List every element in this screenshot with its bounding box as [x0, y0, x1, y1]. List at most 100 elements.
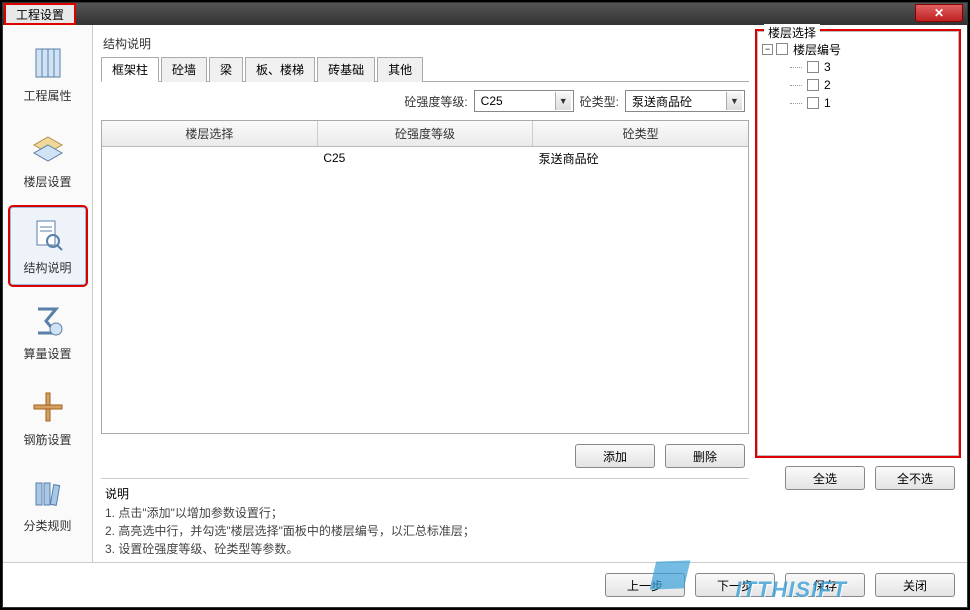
combo-value: 泵送商品砼 — [632, 93, 692, 110]
strength-label: 砼强度等级: — [404, 93, 467, 110]
tab-label: 框架柱 — [112, 63, 148, 77]
books-icon — [30, 475, 66, 511]
checkbox[interactable] — [807, 61, 819, 73]
button-label: 删除 — [693, 448, 717, 465]
description-panel: 说明 1. 点击"添加"以增加参数设置行； 2. 高亮选中行，并勾选"楼层选择"… — [101, 478, 749, 562]
button-label: 全选 — [813, 470, 837, 487]
checkbox[interactable] — [776, 43, 788, 55]
tab-other[interactable]: 其他 — [377, 57, 423, 82]
tab-label: 砼墙 — [172, 63, 196, 77]
sidebar-item-classify-rules[interactable]: 分类规则 — [10, 465, 86, 543]
select-none-button[interactable]: 全不选 — [875, 466, 955, 490]
right-panel: 楼层选择 − 楼层编号 3 2 — [757, 25, 967, 562]
chevron-down-icon: ▼ — [726, 92, 742, 110]
tree-item[interactable]: 2 — [790, 76, 954, 94]
layers-icon — [30, 131, 66, 167]
floor-tree: − 楼层编号 3 2 — [762, 36, 954, 112]
desc-line: 1. 点击"添加"以增加参数设置行； — [105, 504, 745, 522]
wizard-buttons: ITTHISIFT 上一步 下一步 保存 关闭 — [3, 562, 967, 607]
tab-label: 板、楼梯 — [256, 63, 304, 77]
close-button-footer[interactable]: 关闭 — [875, 573, 955, 597]
sidebar-item-project-props[interactable]: 工程属性 — [10, 35, 86, 113]
sigma-gear-icon — [30, 303, 66, 339]
sidebar-item-label: 钢筋设置 — [23, 431, 71, 448]
table-row[interactable]: C25 泵送商品砼 — [102, 147, 748, 169]
data-grid: 楼层选择 砼强度等级 砼类型 C25 泵送商品砼 — [101, 120, 749, 434]
close-icon: ✕ — [934, 6, 944, 20]
sidebar-item-floor-settings[interactable]: 楼层设置 — [10, 121, 86, 199]
spacer — [757, 500, 959, 562]
button-label: 保存 — [813, 577, 837, 594]
chevron-down-icon: ▼ — [555, 92, 571, 110]
desc-line: 3. 设置砼强度等级、砼类型等参数。 — [105, 540, 745, 558]
type-label: 砼类型: — [580, 93, 619, 110]
button-label: 全不选 — [897, 470, 933, 487]
sidebar-item-structure-desc[interactable]: 结构说明 — [10, 207, 86, 285]
next-button[interactable]: 下一步 — [695, 573, 775, 597]
window-title-text: 工程设置 — [16, 6, 64, 23]
app-window: 工程设置 ✕ 工程属性 楼层设置 结构说明 算量设置 — [2, 2, 968, 608]
tab-beam[interactable]: 梁 — [209, 57, 243, 82]
sidebar: 工程属性 楼层设置 结构说明 算量设置 钢筋设置 分类规则 — [3, 25, 93, 562]
floor-select-title: 楼层选择 — [764, 24, 820, 41]
button-label: 关闭 — [903, 577, 927, 594]
tree-root-label: 楼层编号 — [791, 41, 841, 58]
close-button[interactable]: ✕ — [915, 4, 963, 22]
col-type[interactable]: 砼类型 — [533, 121, 748, 146]
button-label: 下一步 — [717, 577, 753, 594]
strength-combo[interactable]: C25 ▼ — [474, 90, 574, 112]
col-strength[interactable]: 砼强度等级 — [318, 121, 534, 146]
cell-strength[interactable]: C25 — [317, 151, 532, 165]
sidebar-item-rebar-settings[interactable]: 钢筋设置 — [10, 379, 86, 457]
sidebar-item-label: 结构说明 — [23, 259, 71, 276]
tree-item-label: 2 — [822, 78, 831, 92]
tab-frame-column[interactable]: 框架柱 — [101, 57, 159, 82]
tree-item[interactable]: 3 — [790, 58, 954, 76]
delete-button[interactable]: 删除 — [665, 444, 745, 468]
col-floor[interactable]: 楼层选择 — [102, 121, 318, 146]
tree-item-label: 3 — [822, 60, 831, 74]
tab-label: 其他 — [388, 63, 412, 77]
button-label: 添加 — [603, 448, 627, 465]
tree-item-label: 1 — [822, 96, 831, 110]
combo-value: C25 — [481, 94, 503, 108]
building-icon — [30, 45, 66, 81]
sidebar-item-label: 工程属性 — [23, 87, 71, 104]
tab-label: 砖基础 — [328, 63, 364, 77]
grid-buttons: 添加 删除 — [101, 434, 749, 478]
tab-concrete-wall[interactable]: 砼墙 — [161, 57, 207, 82]
tab-brick-foundation[interactable]: 砖基础 — [317, 57, 375, 82]
add-button[interactable]: 添加 — [575, 444, 655, 468]
tab-slab-stair[interactable]: 板、楼梯 — [245, 57, 315, 82]
collapse-icon[interactable]: − — [762, 44, 773, 55]
filter-row: 砼强度等级: C25 ▼ 砼类型: 泵送商品砼 ▼ — [101, 82, 749, 120]
button-label: 上一步 — [627, 577, 663, 594]
document-search-icon — [30, 217, 66, 253]
tabs: 框架柱 砼墙 梁 板、楼梯 砖基础 其他 — [101, 56, 749, 82]
sidebar-item-label: 楼层设置 — [23, 173, 71, 190]
titlebar: 工程设置 ✕ — [3, 3, 967, 25]
tab-label: 梁 — [220, 63, 232, 77]
checkbox[interactable] — [807, 97, 819, 109]
tree-item[interactable]: 1 — [790, 94, 954, 112]
cell-type[interactable]: 泵送商品砼 — [533, 150, 748, 167]
main-title: 结构说明 — [101, 31, 749, 56]
prev-button[interactable]: 上一步 — [605, 573, 685, 597]
sidebar-item-qty-settings[interactable]: 算量设置 — [10, 293, 86, 371]
type-combo[interactable]: 泵送商品砼 ▼ — [625, 90, 745, 112]
body: 工程属性 楼层设置 结构说明 算量设置 钢筋设置 分类规则 — [3, 25, 967, 562]
main-panel: 结构说明 框架柱 砼墙 梁 板、楼梯 砖基础 其他 砼强度等级: C25 ▼ 砼… — [93, 25, 757, 562]
save-button[interactable]: 保存 — [785, 573, 865, 597]
sidebar-item-label: 算量设置 — [23, 345, 71, 362]
floor-select-box: 楼层选择 − 楼层编号 3 2 — [757, 31, 959, 456]
desc-title: 说明 — [105, 485, 745, 502]
tree-root[interactable]: − 楼层编号 — [762, 40, 954, 58]
grid-header: 楼层选择 砼强度等级 砼类型 — [102, 121, 748, 147]
tree-buttons: 全选 全不选 — [757, 456, 959, 500]
select-all-button[interactable]: 全选 — [785, 466, 865, 490]
sidebar-item-label: 分类规则 — [23, 517, 71, 534]
checkbox[interactable] — [807, 79, 819, 91]
window-title: 工程设置 — [5, 4, 75, 24]
grid-body[interactable]: C25 泵送商品砼 — [102, 147, 748, 433]
rebar-icon — [30, 389, 66, 425]
